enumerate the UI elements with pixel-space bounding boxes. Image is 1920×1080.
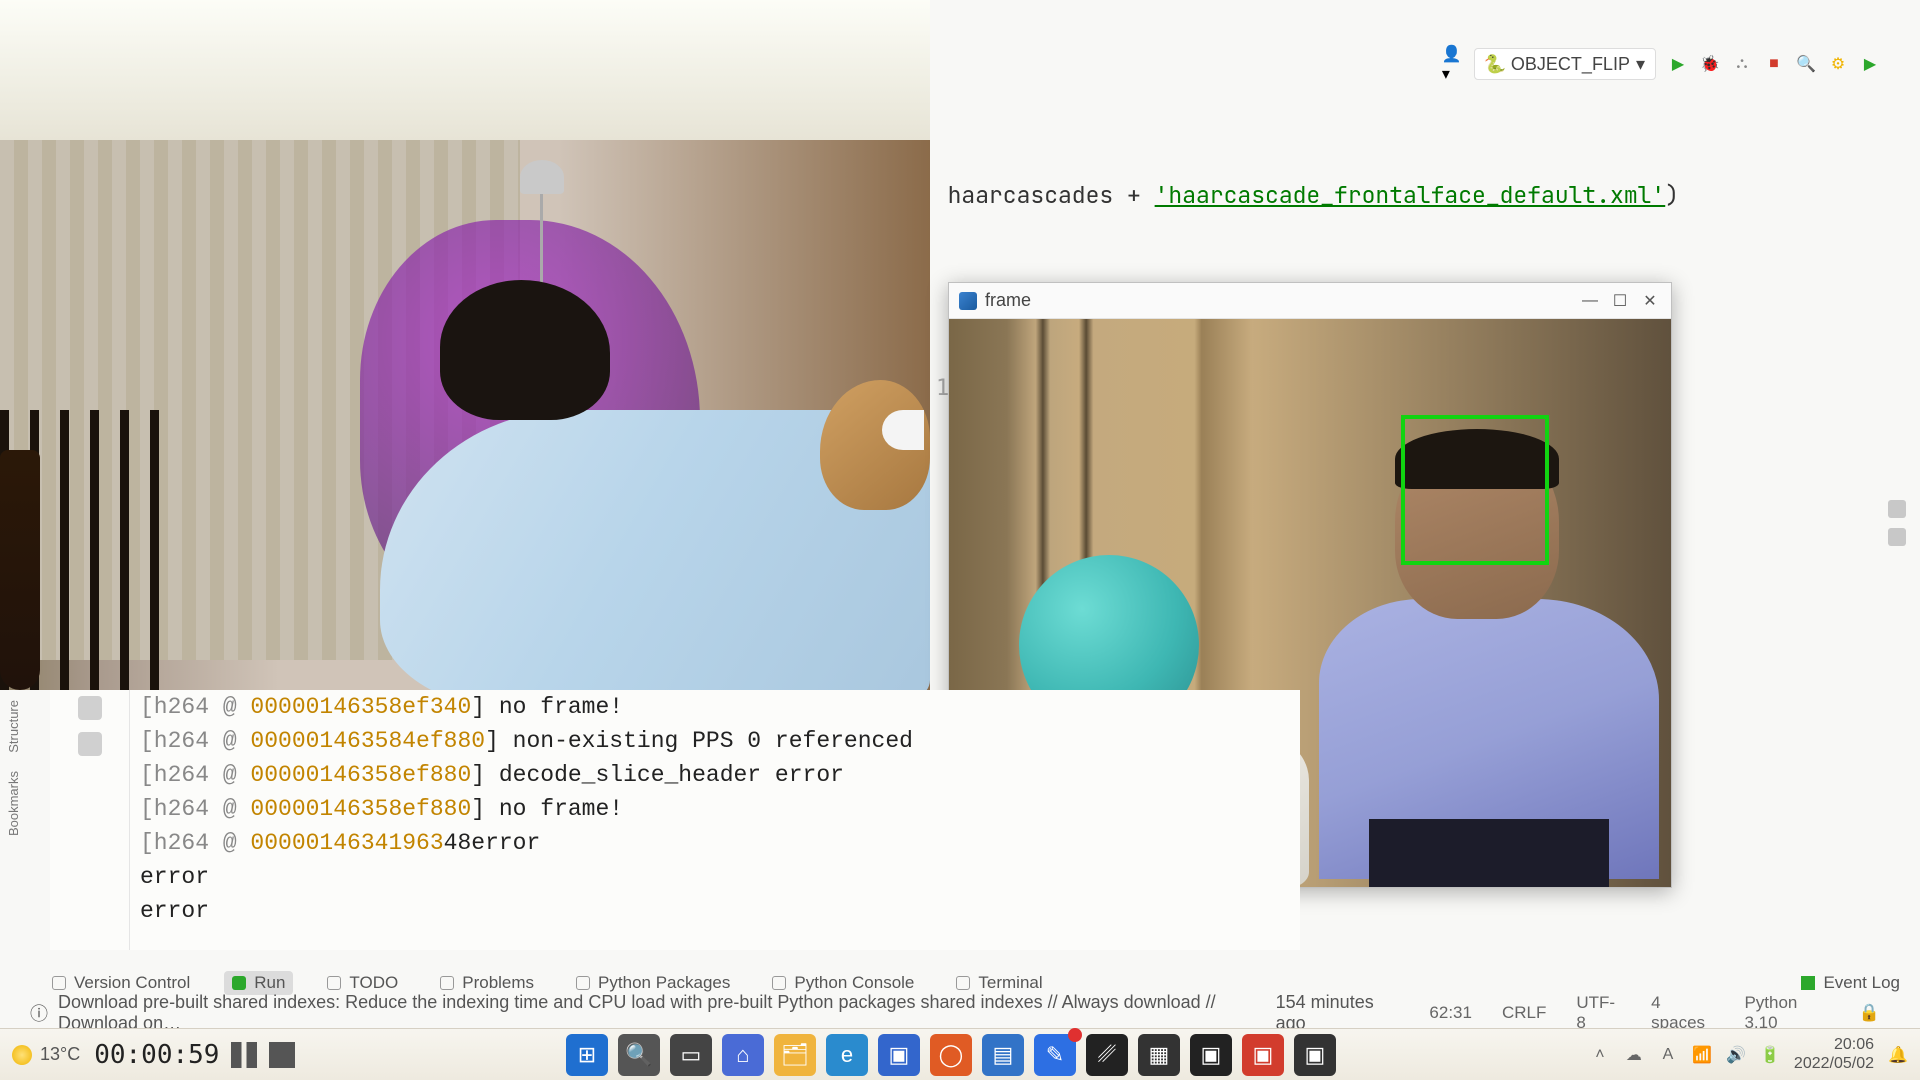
coverage-icon[interactable]: ⛬: [1732, 54, 1752, 74]
inspection-marker[interactable]: [1888, 500, 1906, 518]
event-log-icon: [1801, 976, 1815, 990]
broadcaster-webcam: [0, 0, 930, 690]
cloud-icon[interactable]: ☁: [1624, 1045, 1644, 1065]
rerun-icon[interactable]: [78, 696, 102, 720]
console-line: error: [140, 894, 1300, 928]
status-caret[interactable]: 62:31: [1419, 1003, 1482, 1023]
console-line: [h264 @ 000001463584ef880] non-existing …: [140, 724, 1300, 758]
ime-icon[interactable]: A: [1658, 1045, 1678, 1065]
pyconsole-icon: [772, 976, 786, 990]
run-icon[interactable]: ▶: [1668, 54, 1688, 74]
run-console[interactable]: [h264 @ 00000146358ef340] no frame! [h26…: [50, 690, 1300, 950]
console-line: [h264 @ 0000014634196348error: [140, 826, 1300, 860]
chevron-down-icon: ▾: [1636, 54, 1645, 75]
inspection-marker[interactable]: [1888, 528, 1906, 546]
run-icon: [232, 976, 246, 990]
code-prefix: haarcascades +: [948, 180, 1155, 210]
pause-recording-icon[interactable]: [231, 1042, 257, 1068]
minimize-icon[interactable]: —: [1579, 290, 1601, 312]
event-log-tab[interactable]: Event Log: [1801, 973, 1900, 993]
terminal-app-icon[interactable]: ␥: [1086, 1034, 1128, 1076]
windows-taskbar[interactable]: 13°C 00:00:59 ⊞ 🔍 ▭ ⌂ 🗂 e ▣ ◯ ▤ ✎ ␥ ▦ ▣ …: [0, 1028, 1920, 1080]
problems-icon: [440, 976, 454, 990]
todo-icon: [327, 976, 341, 990]
status-interpreter[interactable]: Python 3.10: [1734, 993, 1838, 1033]
stop-recording-icon[interactable]: [269, 1042, 295, 1068]
taskbar-app-icon[interactable]: ▣: [878, 1034, 920, 1076]
console-line: error: [140, 860, 1300, 894]
maximize-icon[interactable]: ☐: [1609, 290, 1631, 312]
clock-date: 2022/05/02: [1794, 1055, 1874, 1073]
console-line: [h264 @ 00000146358ef340] no frame!: [140, 690, 1300, 724]
taskbar-app-icon[interactable]: ▣: [1242, 1034, 1284, 1076]
status-line-separator[interactable]: CRLF: [1492, 1003, 1556, 1023]
stop-process-icon[interactable]: [78, 732, 102, 756]
close-icon[interactable]: ✕: [1639, 290, 1661, 312]
ide-settings-icon[interactable]: ⚙: [1828, 54, 1848, 74]
taskbar-app-icon[interactable]: ▣: [1294, 1034, 1336, 1076]
face-detection-box: [1401, 415, 1549, 565]
start-menu-icon[interactable]: ⊞: [566, 1034, 608, 1076]
code-string-literal: 'haarcascade_frontalface_default.xml': [1155, 180, 1666, 210]
run-config-selector[interactable]: 🐍 OBJECT_FLIP ▾: [1474, 48, 1656, 80]
python-icon: 🐍: [1485, 54, 1505, 74]
taskbar-app-icon[interactable]: ◯: [930, 1034, 972, 1076]
pycharm-app-icon[interactable]: ▣: [1190, 1034, 1232, 1076]
edge-browser-icon[interactable]: e: [826, 1034, 868, 1076]
code-suffix: ): [1665, 180, 1679, 210]
recording-timer: 00:00:59: [94, 1040, 219, 1070]
taskbar-app-icon[interactable]: ▦: [1138, 1034, 1180, 1076]
debug-icon[interactable]: 🐞: [1700, 54, 1720, 74]
screen-recorder-controls[interactable]: 00:00:59: [94, 1040, 295, 1070]
wifi-icon[interactable]: 📶: [1692, 1045, 1712, 1065]
status-encoding[interactable]: UTF-8: [1566, 993, 1631, 1033]
status-indent[interactable]: 4 spaces: [1641, 993, 1724, 1033]
console-line: [h264 @ 00000146358ef880] decode_slice_h…: [140, 758, 1300, 792]
opencv-window-title: frame: [985, 290, 1571, 311]
info-icon: ⓘ: [30, 1000, 48, 1026]
task-view-icon[interactable]: ▭: [670, 1034, 712, 1076]
sun-icon: [12, 1045, 32, 1065]
console-line: [h264 @ 00000146358ef880] no frame!: [140, 792, 1300, 826]
stop-icon[interactable]: ■: [1764, 54, 1784, 74]
structure-toolwindow-button[interactable]: Structure: [6, 700, 36, 753]
lock-icon[interactable]: 🔒: [1849, 1003, 1890, 1023]
code-editor[interactable]: haarcascades + 'haarcascade_frontalface_…: [920, 150, 1890, 210]
opencv-titlebar[interactable]: frame — ☐ ✕: [949, 283, 1671, 319]
search-icon[interactable]: 🔍: [1796, 54, 1816, 74]
battery-icon[interactable]: 🔋: [1760, 1045, 1780, 1065]
bookmarks-toolwindow-button[interactable]: Bookmarks: [6, 771, 36, 836]
taskbar-app-icon[interactable]: ▤: [982, 1034, 1024, 1076]
taskbar-app-icon[interactable]: ✎: [1034, 1034, 1076, 1076]
ide-more-icon[interactable]: ▶: [1860, 54, 1880, 74]
volume-icon[interactable]: 🔊: [1726, 1045, 1746, 1065]
packages-icon: [576, 976, 590, 990]
weather-temp: 13°C: [40, 1044, 80, 1065]
run-config-label: OBJECT_FLIP: [1511, 54, 1630, 75]
taskbar-app-icon[interactable]: ⌂: [722, 1034, 764, 1076]
file-explorer-icon[interactable]: 🗂: [774, 1034, 816, 1076]
weather-widget[interactable]: 13°C: [12, 1044, 80, 1065]
opencv-app-icon: [959, 292, 977, 310]
notifications-icon[interactable]: 🔔: [1888, 1045, 1908, 1065]
search-icon[interactable]: 🔍: [618, 1034, 660, 1076]
clock-time: 20:06: [1794, 1036, 1874, 1054]
system-clock[interactable]: 20:06 2022/05/02: [1794, 1036, 1874, 1073]
vcs-icon: [52, 976, 66, 990]
tray-chevron-up-icon[interactable]: ˄: [1590, 1045, 1610, 1065]
terminal-icon: [956, 976, 970, 990]
user-icon[interactable]: 👤▾: [1442, 54, 1462, 74]
